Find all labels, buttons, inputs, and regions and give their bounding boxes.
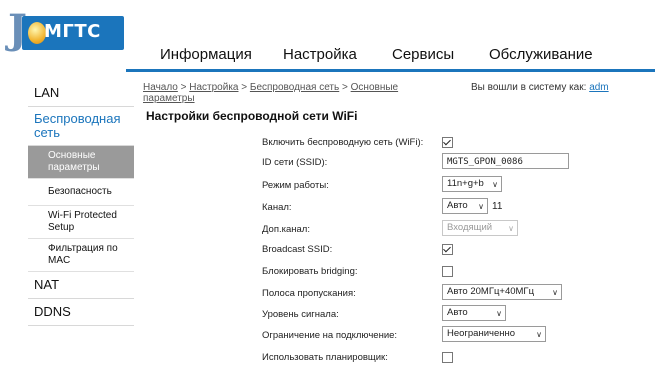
nav-info[interactable]: Информация	[160, 46, 252, 63]
nav-settings[interactable]: Настройка	[283, 46, 357, 63]
top-navigation: Информация Настройка Сервисы Обслуживани…	[126, 46, 655, 66]
breadcrumb: Начало > Настройка > Беспроводная сеть >…	[143, 82, 443, 104]
breadcrumb-home[interactable]: Начало	[143, 82, 178, 93]
page-title: Настройки беспроводной сети WiFi	[146, 109, 358, 123]
ext-channel-select[interactable]: Входящий ∨	[442, 220, 518, 236]
login-prefix: Вы вошли в систему как:	[471, 82, 587, 93]
mgts-logo: J МГТС	[8, 6, 124, 53]
ssid-input[interactable]: MGTS_GPON_0086	[442, 153, 569, 169]
login-info: Вы вошли в систему как: adm	[471, 82, 609, 93]
sidebar-item-lan[interactable]: LAN	[28, 80, 134, 107]
broadcast-ssid-label: Broadcast SSID:	[262, 244, 333, 255]
chevron-down-icon: ∨	[478, 202, 484, 211]
breadcrumb-sep: >	[177, 82, 190, 93]
block-bridging-label: Блокировать bridging:	[262, 266, 358, 277]
block-bridging-checkbox[interactable]	[442, 266, 453, 277]
conn-limit-label: Ограничение на подключение:	[262, 330, 398, 341]
signal-level-label: Уровень сигнала:	[262, 309, 339, 320]
signal-level-select[interactable]: Авто ∨	[442, 305, 506, 321]
bandwidth-value: Авто 20МГц+40МГц	[447, 286, 535, 297]
logo-mark: J	[8, 6, 27, 53]
sidebar-item-ddns[interactable]: DDNS	[28, 299, 134, 326]
chevron-down-icon: ∨	[492, 180, 498, 189]
sidebar-item-security[interactable]: Безопасность	[28, 179, 134, 206]
mode-select[interactable]: 11n+g+b ∨	[442, 176, 502, 192]
breadcrumb-settings[interactable]: Настройка	[189, 82, 238, 93]
enable-wifi-checkbox[interactable]	[442, 137, 453, 148]
login-user[interactable]: adm	[589, 82, 608, 93]
ext-channel-value: Входящий	[447, 222, 493, 233]
channel-value: Авто	[447, 200, 468, 211]
sidebar-item-wireless[interactable]: Беспроводная сеть	[28, 107, 134, 146]
chevron-down-icon: ∨	[496, 309, 502, 318]
channel-current: 11	[492, 201, 503, 212]
breadcrumb-sep: >	[339, 82, 351, 93]
channel-select[interactable]: Авто ∨	[442, 198, 488, 214]
breadcrumb-sep: >	[238, 82, 250, 93]
enable-wifi-label: Включить беспроводную сеть (WiFi):	[262, 137, 424, 148]
sidebar-item-nat[interactable]: NAT	[28, 272, 134, 299]
sidebar-item-basic-params[interactable]: Основные параметры	[28, 146, 134, 179]
conn-limit-select[interactable]: Неограниченно ∨	[442, 326, 546, 342]
bandwidth-select[interactable]: Авто 20МГц+40МГц ∨	[442, 284, 562, 300]
chevron-down-icon: ∨	[552, 288, 558, 297]
logo-text: МГТС	[44, 21, 101, 42]
chevron-down-icon: ∨	[508, 224, 514, 233]
sidebar: LAN Беспроводная сеть Основные параметры…	[28, 80, 134, 326]
scheduler-label: Использовать планировщик:	[262, 352, 388, 363]
nav-maintenance[interactable]: Обслуживание	[489, 46, 593, 63]
bandwidth-label: Полоса пропускания:	[262, 288, 356, 299]
mode-value: 11n+g+b	[447, 178, 484, 189]
ssid-label: ID сети (SSID):	[262, 157, 328, 168]
scheduler-checkbox[interactable]	[442, 352, 453, 363]
channel-label: Канал:	[262, 202, 292, 213]
signal-level-value: Авто	[447, 307, 468, 318]
breadcrumb-wireless[interactable]: Беспроводная сеть	[250, 82, 339, 93]
conn-limit-value: Неограниченно	[447, 328, 516, 339]
top-divider	[126, 69, 655, 72]
mode-label: Режим работы:	[262, 180, 329, 191]
chevron-down-icon: ∨	[536, 330, 542, 339]
broadcast-ssid-checkbox[interactable]	[442, 244, 453, 255]
ext-channel-label: Доп.канал:	[262, 224, 310, 235]
sidebar-item-wps[interactable]: Wi-Fi Protected Setup	[28, 206, 134, 239]
sidebar-item-mac-filter[interactable]: Фильтрация по MAC	[28, 239, 134, 272]
nav-services[interactable]: Сервисы	[392, 46, 454, 63]
